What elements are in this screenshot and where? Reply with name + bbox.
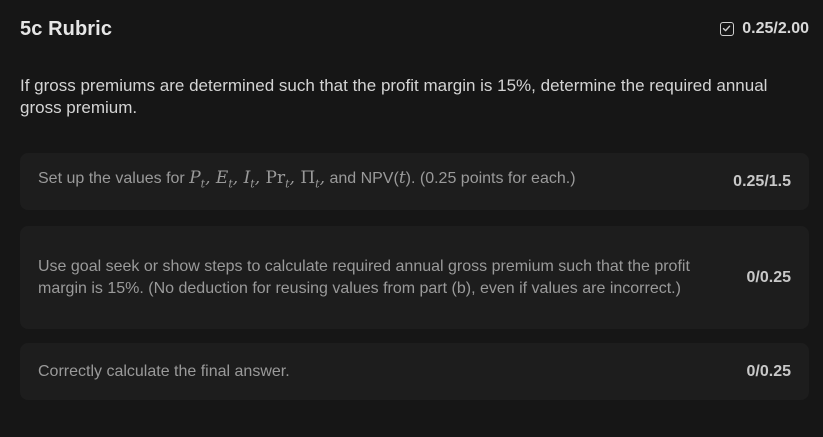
criterion-points: 0/0.25 bbox=[746, 268, 791, 286]
rubric-criterion: Correctly calculate the final answer. 0/… bbox=[20, 343, 809, 400]
rubric-title: 5c Rubric bbox=[20, 17, 113, 40]
total-score-group: 0.25/2.00 bbox=[720, 20, 809, 38]
rubric-criterion: Use goal seek or show steps to calculate… bbox=[20, 226, 809, 329]
question-prompt: If gross premiums are determined such th… bbox=[20, 76, 768, 117]
criterion-text: Set up the values for Pt, Et, It, Prt, Π… bbox=[38, 168, 576, 191]
math-expression: Pt, Et, It, Prt, Πt, bbox=[189, 168, 325, 191]
criterion-points: 0/0.25 bbox=[746, 362, 791, 380]
total-score: 0.25/2.00 bbox=[742, 20, 809, 37]
criterion-text: Correctly calculate the final answer. bbox=[38, 362, 290, 380]
checkbox-check-icon bbox=[720, 22, 735, 36]
rubric-header: 5c Rubric 0.25/2.00 bbox=[20, 14, 809, 44]
rubric-criterion: Set up the values for Pt, Et, It, Prt, Π… bbox=[20, 153, 809, 210]
criterion-text: Use goal seek or show steps to calculate… bbox=[38, 257, 690, 297]
criterion-points: 0.25/1.5 bbox=[733, 172, 791, 190]
